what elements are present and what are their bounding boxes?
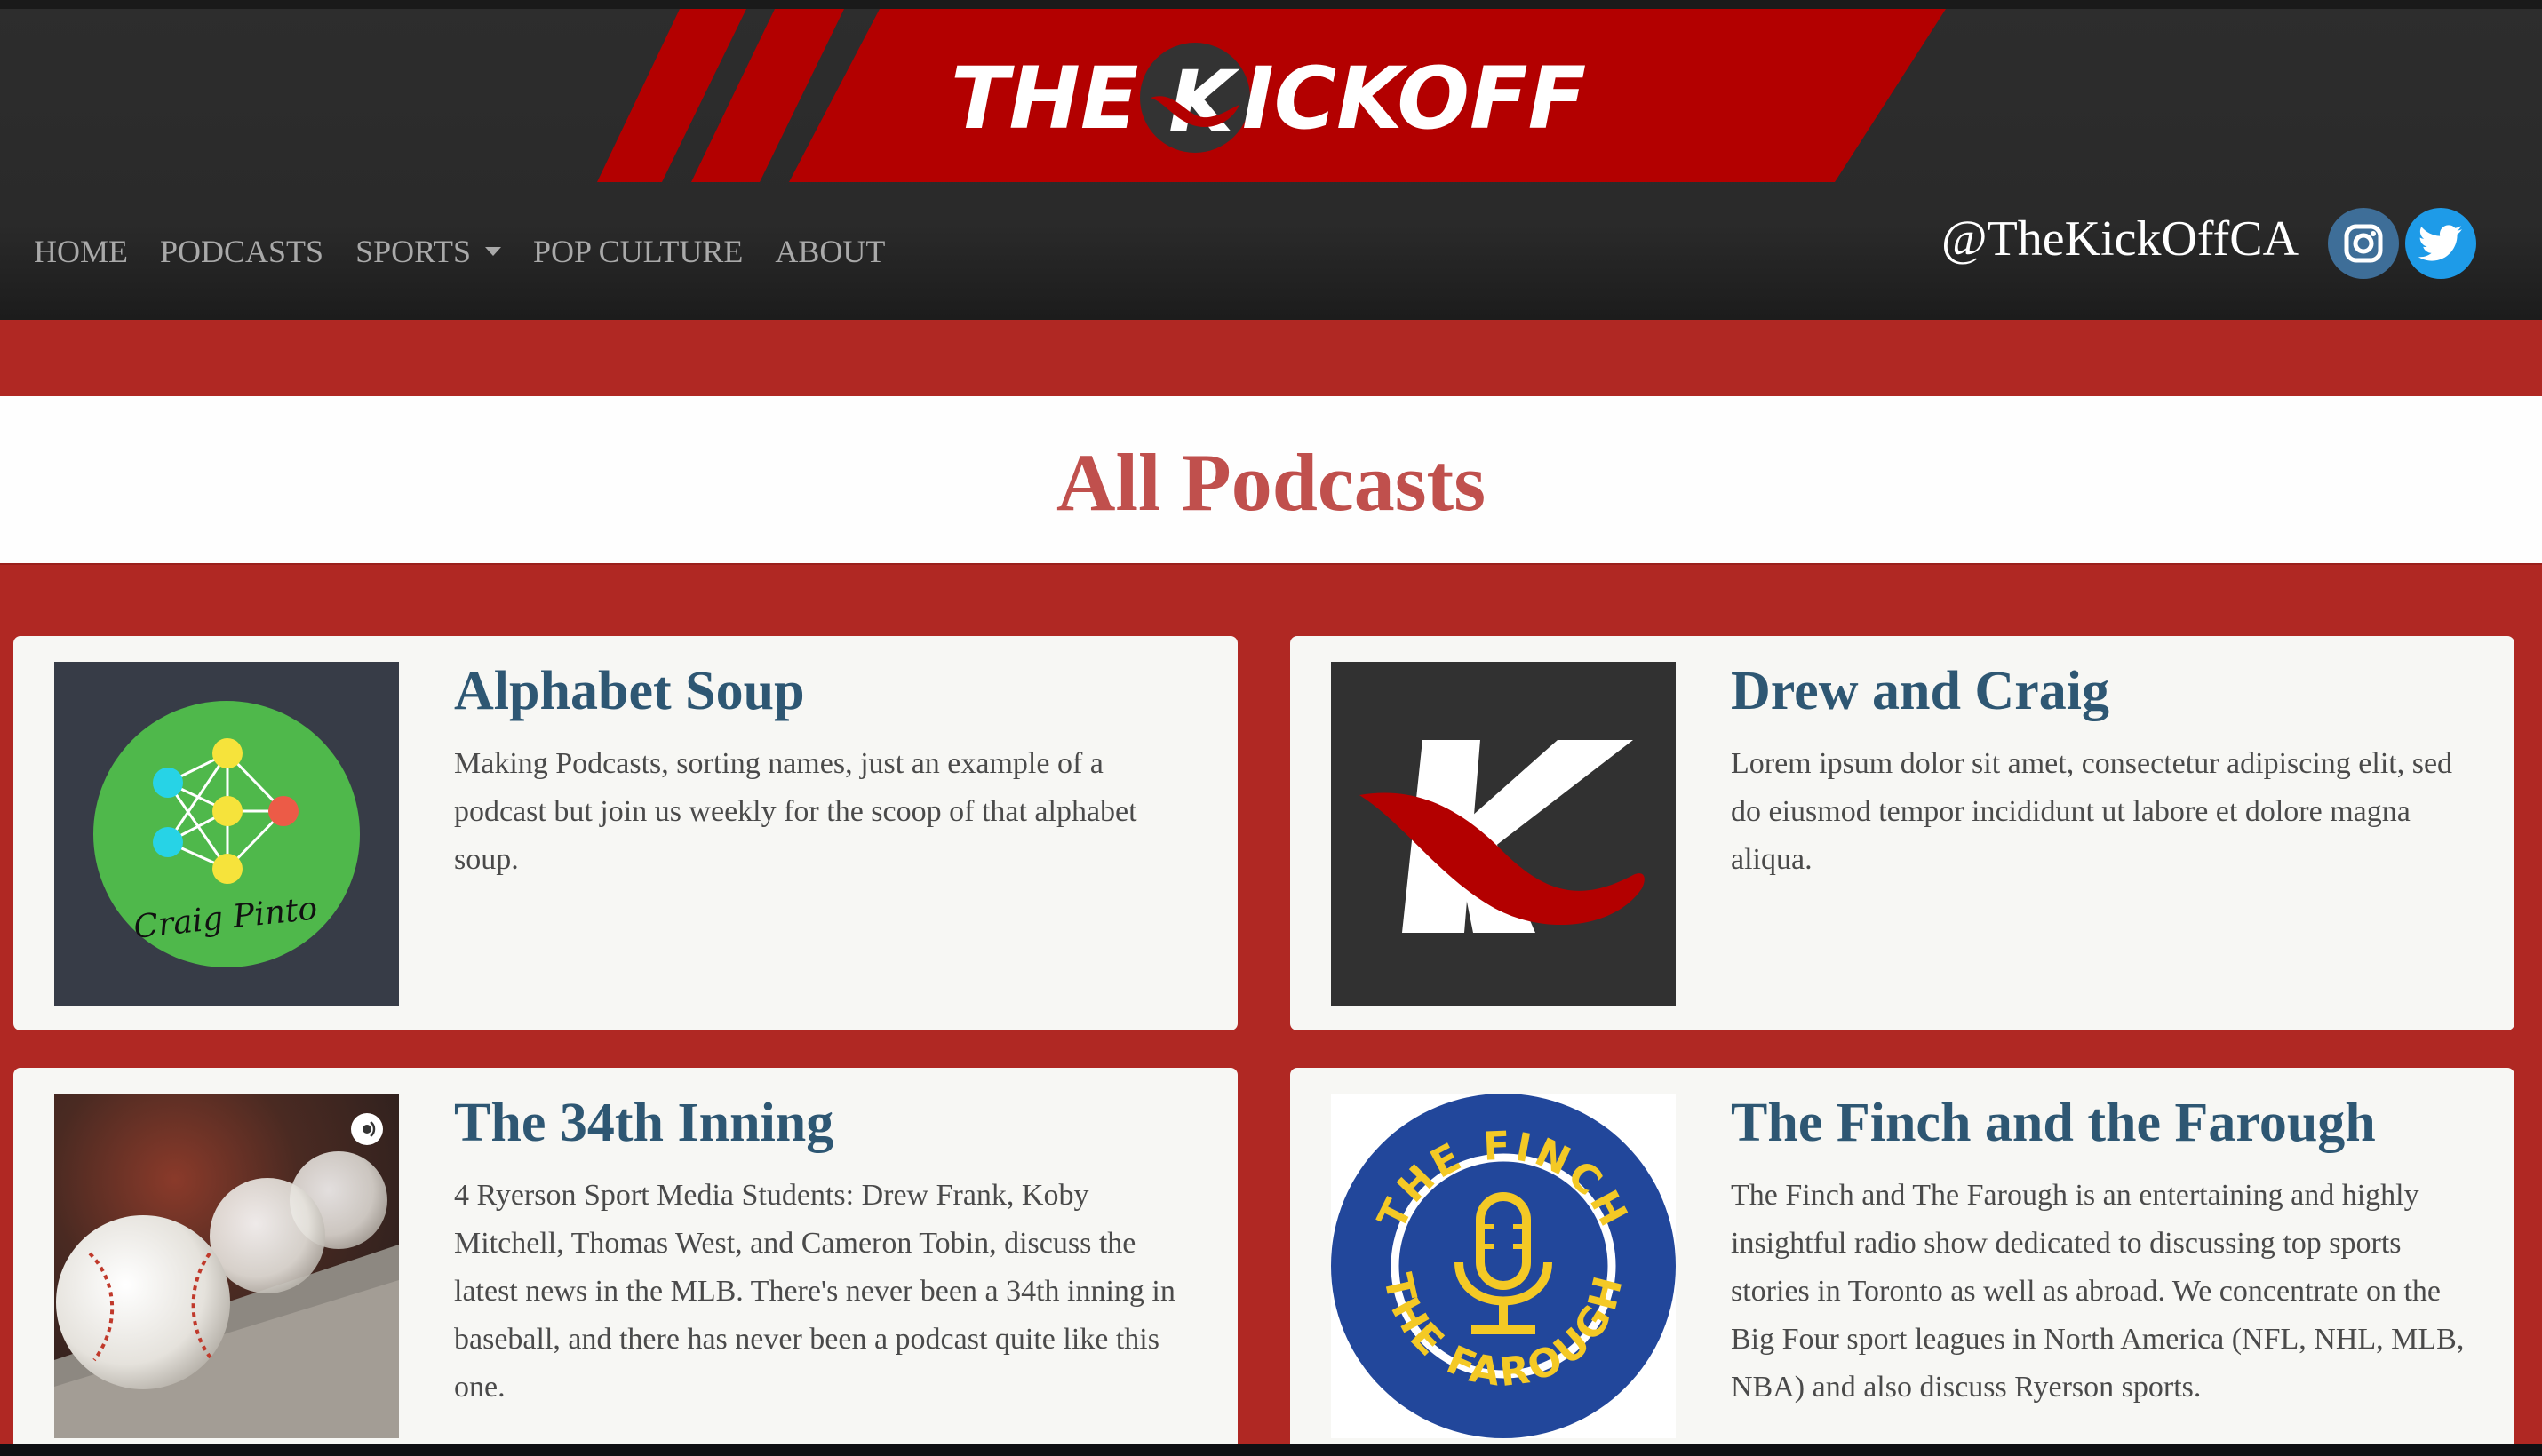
podcast-thumbnail[interactable]: Craig Pinto: [54, 662, 399, 1006]
podcast-card[interactable]: THE FINCH THE FAROUGH The Finch and the …: [1290, 1068, 2514, 1444]
nav-home[interactable]: HOME: [34, 233, 128, 270]
podcast-grid: Craig Pinto Alphabet Soup Making Podcast…: [0, 565, 2542, 1444]
nav-pop-culture-label: POP CULTURE: [532, 234, 744, 269]
nav-podcasts[interactable]: PODCASTS: [160, 233, 323, 270]
podcast-title[interactable]: The Finch and the Farough: [1731, 1089, 2376, 1157]
chevron-down-icon: [484, 247, 501, 256]
header-accent-strip: [0, 320, 2542, 396]
nav-about[interactable]: ABOUT: [775, 233, 885, 270]
podcast-description: The Finch and The Farough is an entertai…: [1731, 1179, 2465, 1404]
header-top-line: [0, 0, 2542, 9]
podcast-title[interactable]: Alphabet Soup: [454, 657, 805, 725]
logo-word-kickoff: ICKOFF: [1242, 49, 1587, 148]
podcast-description: Making Podcasts, sorting names, just an …: [454, 747, 1137, 876]
podcast-card[interactable]: Craig Pinto Alphabet Soup Making Podcast…: [13, 636, 1238, 1030]
window-bottom-edge: [0, 1444, 2542, 1456]
page-title: All Podcasts: [1056, 437, 1486, 528]
nav-sports-dropdown[interactable]: SPORTS: [355, 233, 501, 270]
podcast-card[interactable]: Drew and Craig Lorem ipsum dolor sit ame…: [1290, 636, 2514, 1030]
podcast-title[interactable]: Drew and Craig: [1731, 657, 2109, 725]
logo-word-the: THE: [951, 49, 1139, 148]
podcast-description: 4 Ryerson Sport Media Students: Drew Fra…: [454, 1179, 1175, 1404]
nav-about-label: ABOUT: [775, 234, 886, 269]
site-header: THE K ICKOFF HOME PODCASTS SPORTS POP CU…: [0, 0, 2542, 320]
podcast-card[interactable]: The 34th Inning 4 Ryerson Sport Media St…: [13, 1068, 1238, 1444]
nav-sports-label: SPORTS: [355, 234, 471, 269]
podcast-thumbnail[interactable]: [54, 1094, 399, 1438]
logo-k-badge-icon: K: [1140, 43, 1250, 153]
title-band: All Podcasts: [0, 396, 2542, 565]
podcast-thumbnail[interactable]: [1331, 662, 1676, 1006]
twitter-icon[interactable]: [2405, 208, 2476, 279]
podcast-thumbnail[interactable]: THE FINCH THE FAROUGH: [1331, 1094, 1676, 1438]
main-nav: HOME PODCASTS SPORTS POP CULTURE ABOUT: [34, 229, 917, 274]
podcast-title[interactable]: The 34th Inning: [454, 1089, 833, 1157]
instagram-icon[interactable]: [2328, 208, 2399, 279]
nav-podcasts-label: PODCASTS: [160, 234, 324, 269]
logo-badge-letter: K: [1168, 52, 1240, 152]
nav-home-label: HOME: [34, 234, 128, 269]
twitter-handle[interactable]: @TheKickOffCA: [1941, 210, 2299, 268]
nav-pop-culture[interactable]: POP CULTURE: [533, 233, 743, 270]
podcast-description: Lorem ipsum dolor sit amet, consectetur …: [1731, 747, 2453, 876]
